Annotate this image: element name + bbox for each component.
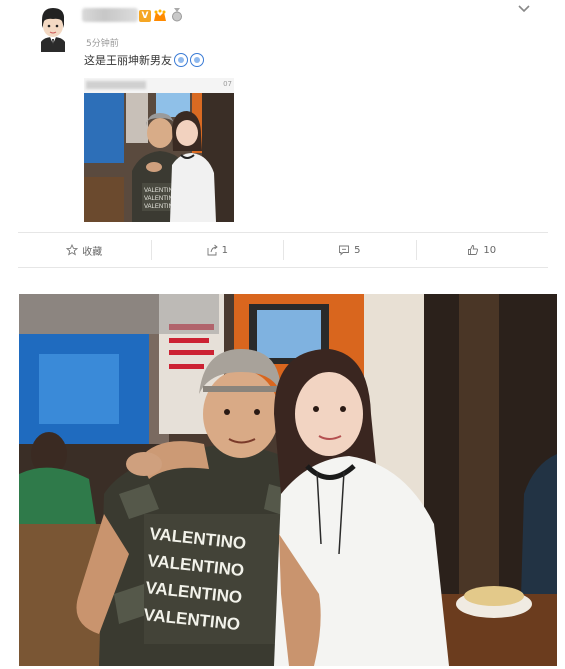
like-button[interactable]: 10 <box>415 236 549 264</box>
verified-badge: V <box>139 10 151 22</box>
share-button[interactable]: 1 <box>150 236 284 264</box>
like-icon <box>468 245 479 255</box>
post-text: 这是王丽坤新男友 <box>84 52 204 68</box>
share-icon <box>207 244 218 256</box>
action-bar: 收藏 1 5 10 <box>18 236 548 264</box>
avatar[interactable] <box>36 6 70 52</box>
thumbnail-photo: VALENTINO VALENTINO VALENTINO <box>84 93 234 222</box>
emoji-icon <box>190 53 204 67</box>
medal-icon <box>171 8 183 22</box>
thumbnail-header-strip: 07 <box>84 78 234 93</box>
emoji-icon <box>174 53 188 67</box>
page: V 5分钟前 这是王丽坤新男友 07 VALENTINO VALENTINO V… <box>0 0 565 669</box>
favorite-label: 收藏 <box>82 246 103 258</box>
chevron-down-icon[interactable] <box>517 4 531 14</box>
post-timestamp[interactable]: 5分钟前 <box>86 36 119 49</box>
weibo-post: V 5分钟前 这是王丽坤新男友 07 VALENTINO VALENTINO V… <box>0 0 565 270</box>
post-image-thumbnail[interactable]: 07 VALENTINO VALENTINO VALENTINO <box>84 78 234 222</box>
level-badge-icon <box>153 9 167 22</box>
thumbnail-number: 07 <box>223 80 232 88</box>
username-redacted <box>82 8 138 22</box>
comment-button[interactable]: 5 <box>283 236 416 264</box>
favorite-button[interactable]: 收藏 <box>18 236 151 264</box>
post-text-content: 这是王丽坤新男友 <box>84 54 172 67</box>
comment-icon <box>339 245 350 256</box>
star-icon <box>66 244 79 256</box>
comment-count: 5 <box>354 244 361 256</box>
divider-top <box>18 232 548 233</box>
enlarged-photo: VALENTINO VALENTINO VALENTINO VALENTINO <box>19 294 557 666</box>
share-count: 1 <box>221 244 228 256</box>
redacted-strip <box>86 81 146 89</box>
like-count: 10 <box>483 244 497 256</box>
divider-bottom <box>18 267 548 268</box>
